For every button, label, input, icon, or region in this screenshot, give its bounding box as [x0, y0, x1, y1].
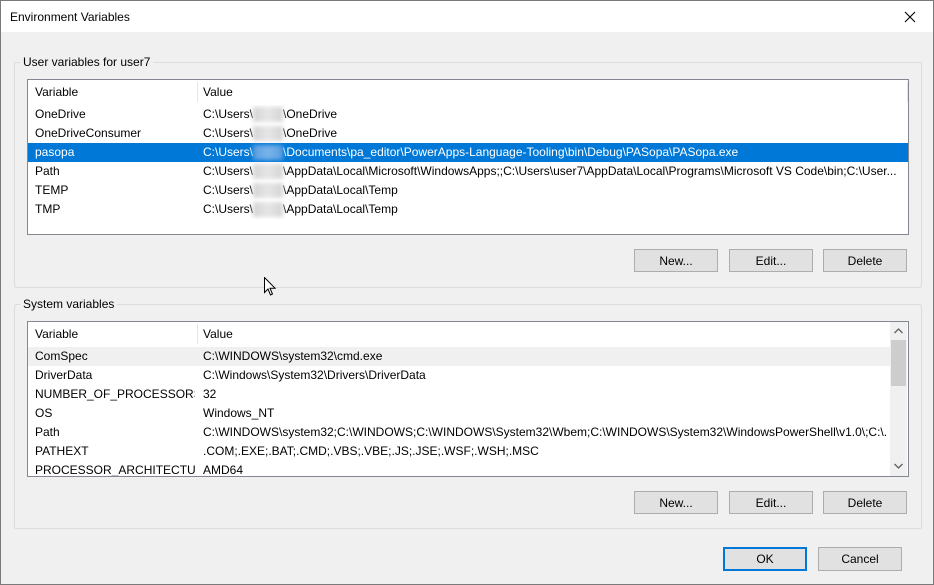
table-row[interactable]: NUMBER_OF_PROCESSORS 32: [28, 385, 890, 404]
redacted-username: [253, 164, 284, 180]
variable-name: OS: [35, 406, 53, 420]
table-row[interactable]: PROCESSOR_ARCHITECTURE AMD64: [28, 461, 890, 477]
scrollbar-thumb[interactable]: [891, 340, 906, 386]
table-row[interactable]: DriverData C:\Windows\System32\Drivers\Dr…: [28, 366, 890, 385]
redacted-username: [253, 202, 284, 218]
close-button[interactable]: [887, 1, 933, 32]
variable-value: C:\Windows\System32\Drivers\DriverData: [203, 368, 426, 382]
variable-value: C:\Users\ \AppData\Local\Temp: [203, 200, 905, 219]
variable-name: ComSpec: [35, 349, 88, 363]
redacted-username: [253, 107, 284, 123]
value-suffix: \OneDrive: [283, 126, 338, 140]
column-header-variable[interactable]: Variable: [29, 322, 197, 346]
column-header-value[interactable]: Value: [197, 80, 907, 104]
variable-name: OneDrive: [35, 107, 86, 121]
user-list-header: Variable Value: [28, 80, 908, 104]
variable-name: DriverData: [35, 368, 93, 382]
variable-value: C:\Users\ \AppData\Local\Microsoft\Window…: [203, 162, 905, 181]
variable-name: TMP: [35, 202, 61, 216]
variable-value: C:\WINDOWS\system32;C:\WINDOWS;C:\WINDOW…: [203, 425, 887, 439]
column-header-value[interactable]: Value: [197, 322, 887, 346]
user-delete-button[interactable]: Delete: [823, 249, 907, 272]
variable-value: .COM;.EXE;.BAT;.CMD;.VBS;.VBE;.JS;.JSE;.…: [203, 444, 539, 458]
value-prefix: C:\Users\: [203, 164, 254, 178]
redacted-username: [253, 145, 284, 161]
redacted-username: [253, 183, 284, 199]
table-row[interactable]: OneDrive C:\Users\ \OneDrive: [28, 105, 908, 124]
value-suffix: \Documents\pa_editor\PowerApps-Language-…: [283, 145, 739, 159]
system-delete-button[interactable]: Delete: [823, 491, 907, 514]
system-variables-list[interactable]: Variable Value ComSpec C:\WINDOWS\system3…: [27, 321, 909, 477]
redacted-username: [253, 126, 284, 142]
variable-name: PROCESSOR_ARCHITECTURE: [35, 463, 195, 477]
variable-name: TEMP: [35, 183, 69, 197]
variable-value: C:\Users\ \OneDrive: [203, 105, 905, 124]
variable-value: C:\WINDOWS\system32\cmd.exe: [203, 349, 383, 363]
chevron-up-icon[interactable]: [894, 328, 903, 334]
variable-name: Path: [35, 425, 60, 439]
system-variables-label: System variables: [20, 297, 118, 311]
variable-name: NUMBER_OF_PROCESSORS: [35, 387, 195, 401]
user-new-button[interactable]: New...: [634, 249, 718, 272]
user-variables-label: User variables for user7: [20, 55, 154, 69]
table-row[interactable]: Path C:\WINDOWS\system32;C:\WINDOWS;C:\WI…: [28, 423, 890, 442]
variable-value: 32: [203, 387, 217, 401]
value-prefix: C:\Users\: [203, 145, 254, 159]
variable-value: C:\Users\ \AppData\Local\Temp: [203, 181, 905, 200]
table-row[interactable]: OneDriveConsumer C:\Users\ \OneDrive: [28, 124, 908, 143]
value-prefix: C:\Users\: [203, 107, 254, 121]
value-prefix: C:\Users\: [203, 183, 254, 197]
value-suffix: \AppData\Local\Microsoft\WindowsApps;;C:…: [283, 164, 897, 178]
title-bar: Environment Variables: [1, 1, 933, 32]
variable-name: Path: [35, 164, 60, 178]
chevron-down-icon[interactable]: [894, 463, 903, 469]
table-row[interactable]: TMP C:\Users\ \AppData\Local\Temp: [28, 200, 908, 219]
table-row[interactable]: OS Windows_NT: [28, 404, 890, 423]
system-edit-button[interactable]: Edit...: [729, 491, 813, 514]
table-row[interactable]: ComSpec C:\WINDOWS\system32\cmd.exe: [28, 347, 890, 366]
value-suffix: \AppData\Local\Temp: [283, 183, 398, 197]
value-suffix: \AppData\Local\Temp: [283, 202, 398, 216]
table-row[interactable]: TEMP C:\Users\ \AppData\Local\Temp: [28, 181, 908, 200]
window-title: Environment Variables: [10, 10, 130, 24]
table-row[interactable]: pasopa C:\Users\ \Documents\pa_editor\Powe…: [28, 143, 908, 162]
value-prefix: C:\Users\: [203, 202, 254, 216]
system-list-scrollbar[interactable]: [890, 322, 907, 476]
variable-value: Windows_NT: [203, 406, 275, 420]
value-prefix: C:\Users\: [203, 126, 254, 140]
system-new-button[interactable]: New...: [634, 491, 718, 514]
environment-variables-dialog: Environment Variables User variables for…: [0, 0, 934, 585]
variable-value: C:\Users\ \OneDrive: [203, 124, 905, 143]
variable-name: pasopa: [35, 145, 75, 159]
variable-name: PATHEXT: [35, 444, 89, 458]
close-icon: [904, 11, 916, 22]
variable-value: C:\Users\ \Documents\pa_editor\PowerApps-…: [203, 143, 905, 162]
variable-value: AMD64: [203, 463, 244, 477]
column-header-variable[interactable]: Variable: [29, 80, 197, 104]
system-list-header: Variable Value: [28, 322, 891, 346]
variable-name: OneDriveConsumer: [35, 126, 142, 140]
table-row[interactable]: Path C:\Users\ \AppData\Local\Microsoft\Wi…: [28, 162, 908, 181]
value-suffix: \OneDrive: [283, 107, 338, 121]
table-row[interactable]: PATHEXT .COM;.EXE;.BAT;.CMD;.VBS;.VBE;.JS…: [28, 442, 890, 461]
cancel-button[interactable]: Cancel: [818, 547, 902, 571]
ok-button[interactable]: OK: [723, 547, 807, 571]
user-variables-list[interactable]: Variable Value OneDrive C:\Users\ \OneDriv…: [27, 79, 909, 235]
user-edit-button[interactable]: Edit...: [729, 249, 813, 272]
mouse-pointer-icon: [264, 277, 276, 296]
